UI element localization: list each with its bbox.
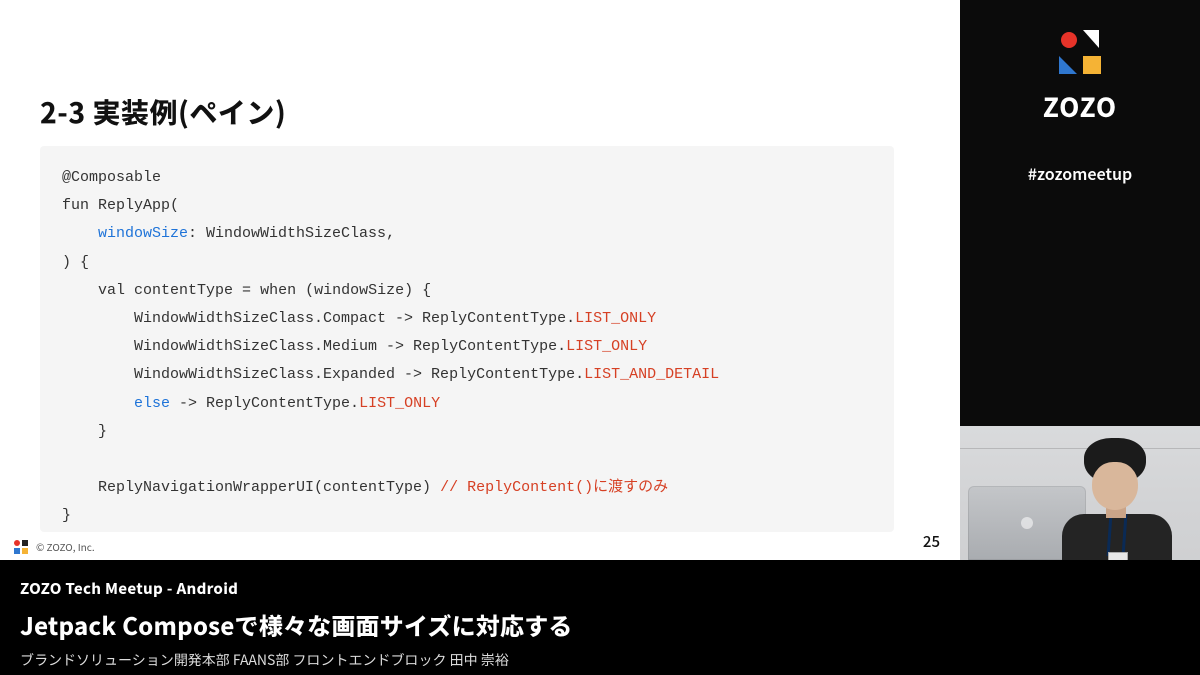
code-l3b: : WindowWidthSizeClass, <box>188 225 395 242</box>
brand-name: ZOZO <box>1043 88 1117 125</box>
code-l5b: contentType = <box>125 282 260 299</box>
code-l9c: LIST_ONLY <box>359 395 440 412</box>
code-l3-param: windowSize <box>98 225 188 242</box>
code-l12-comment: // ReplyContent()に渡すのみ <box>440 479 668 496</box>
code-block: @Composable fun ReplyApp( windowSize: Wi… <box>40 146 894 532</box>
speaker-lanyard <box>1107 514 1128 556</box>
code-l1: @Composable <box>62 169 161 186</box>
code-l9-kw: else <box>134 395 170 412</box>
slide-copyright: © ZOZO, Inc. <box>36 539 95 554</box>
code-l8a: WindowWidthSizeClass.Expanded -> ReplyCo… <box>62 366 584 383</box>
event-hashtag: #zozomeetup <box>1028 161 1133 185</box>
event-name: ZOZO Tech Meetup - Android <box>20 578 1180 599</box>
code-l5c: (windowSize) { <box>296 282 431 299</box>
speaker-figure <box>1032 432 1182 560</box>
code-l9-pad <box>62 395 134 412</box>
code-l9b: -> ReplyContentType. <box>170 395 359 412</box>
zozo-logo-icon <box>1057 30 1103 76</box>
zozo-mark-icon <box>14 540 28 554</box>
code-l8b: LIST_AND_DETAIL <box>584 366 719 383</box>
code-l2a: fun <box>62 197 89 214</box>
code-l6b: LIST_ONLY <box>575 310 656 327</box>
presentation-stream-frame: 2-3 実装例(ペイン) @Composable fun ReplyApp( w… <box>0 0 1200 675</box>
code-l7b: LIST_ONLY <box>566 338 647 355</box>
slide-area: 2-3 実装例(ペイン) @Composable fun ReplyApp( w… <box>0 0 960 560</box>
slide-page-number: 25 <box>923 531 940 552</box>
slide-footer: © ZOZO, Inc. <box>14 539 95 554</box>
speaker-byline: ブランドソリューション開発本部 FAANS部 フロントエンドブロック 田中 崇裕 <box>20 650 1180 670</box>
code-l6a: WindowWidthSizeClass.Compact -> ReplyCon… <box>62 310 575 327</box>
code-l7a: WindowWidthSizeClass.Medium -> ReplyCont… <box>62 338 566 355</box>
talk-title: Jetpack Composeで様々な画面サイズに対応する <box>20 607 1180 642</box>
code-l4: ) { <box>62 254 89 271</box>
stream-lower-third: ZOZO Tech Meetup - Android Jetpack Compo… <box>0 560 1200 675</box>
code-l13: } <box>62 507 71 524</box>
speaker-face <box>1092 462 1138 510</box>
code-l3-pad <box>62 225 98 242</box>
speaker-badge <box>1108 552 1128 560</box>
speaker-webcam <box>960 426 1200 560</box>
code-l5-pad <box>62 282 98 299</box>
code-l5-kw: val <box>98 282 125 299</box>
slide-heading: 2-3 実装例(ペイン) <box>40 92 286 132</box>
code-l12a: ReplyNavigationWrapperUI(contentType) <box>62 479 440 496</box>
code-l5-kw2: when <box>260 282 296 299</box>
code-l2b: ReplyApp( <box>89 197 179 214</box>
code-l10: } <box>62 423 107 440</box>
